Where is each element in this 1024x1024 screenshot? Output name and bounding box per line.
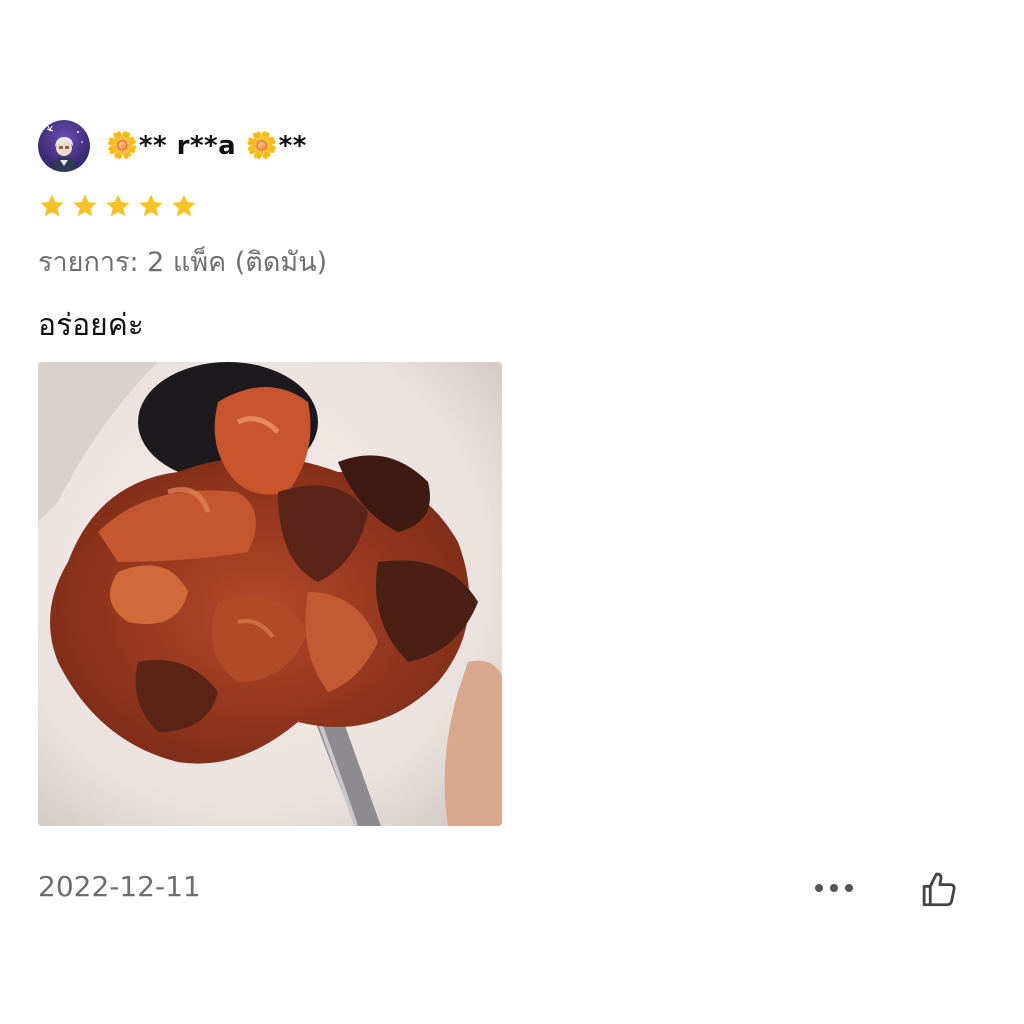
thumbs-up-icon (922, 872, 956, 907)
product-variation: รายการ: 2 แพ็ค (ติดมัน) (38, 247, 328, 278)
more-options-icon (815, 884, 853, 892)
star-rating (38, 192, 198, 220)
user-avatar-icon (38, 120, 90, 172)
star-icon (73, 194, 97, 217)
review-date: 2022-12-11 (38, 870, 201, 903)
star-icon (172, 194, 196, 217)
star-icon (139, 194, 163, 217)
review-photo[interactable] (38, 362, 502, 826)
like-button[interactable] (912, 862, 966, 916)
more-options-button[interactable] (808, 868, 860, 908)
user-avatar[interactable] (38, 120, 90, 172)
review-header: 🌼** r**a 🌼** (38, 120, 307, 172)
review-card: 🌼** r**a 🌼** รายการ: 2 แพ็ค (ติดมัน) อร่… (0, 0, 1024, 1024)
username: 🌼** r**a 🌼** (106, 131, 307, 161)
star-icon (40, 194, 64, 217)
review-comment: อร่อยค่ะ (38, 308, 144, 343)
star-icon (106, 194, 130, 217)
food-photo (38, 362, 502, 826)
